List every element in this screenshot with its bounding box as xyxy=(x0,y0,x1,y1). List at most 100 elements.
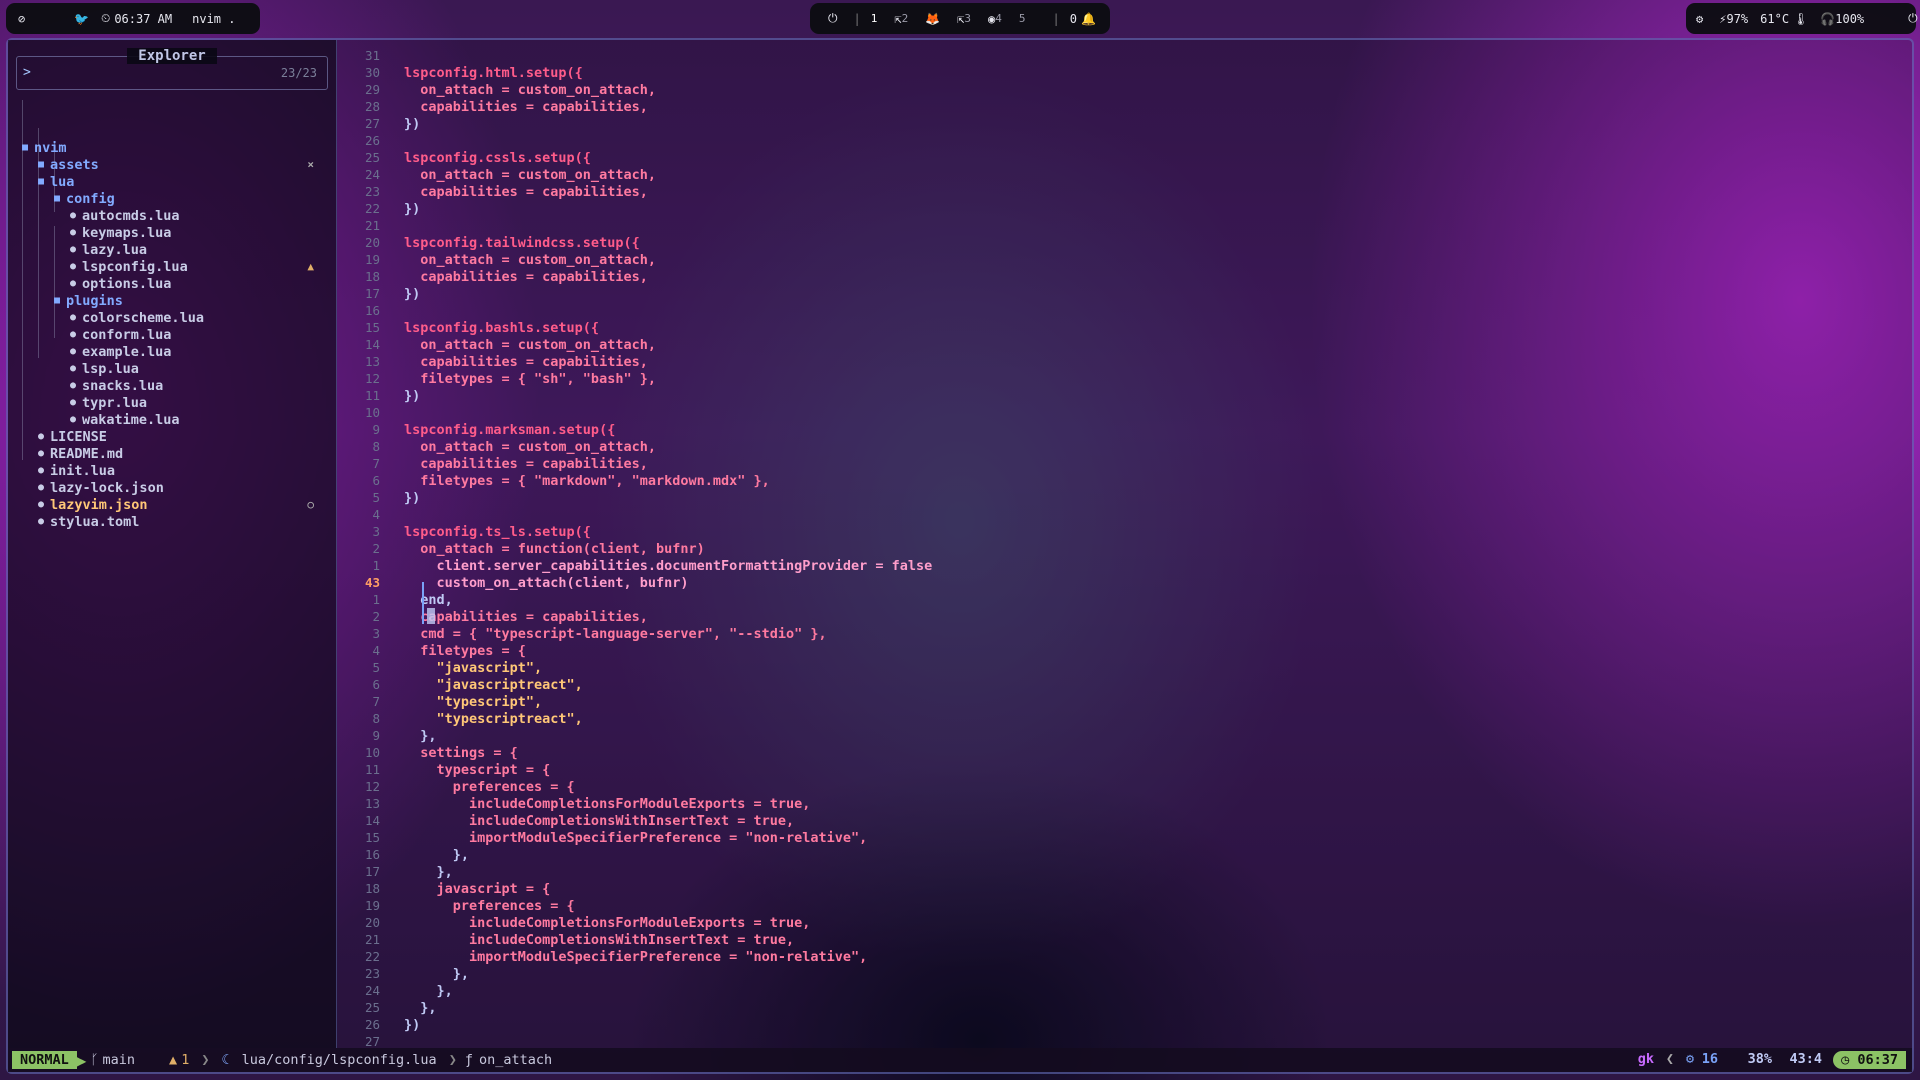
code-line[interactable]: filetypes = { xyxy=(404,643,526,659)
code-line[interactable]: end, xyxy=(404,592,453,608)
code-line[interactable]: capabilities = capabilities, xyxy=(404,354,648,370)
code-line[interactable]: filetypes = { "markdown", "markdown.mdx"… xyxy=(404,473,770,489)
tree-file[interactable]: ● wakatime.lua xyxy=(70,411,322,428)
tree-file[interactable]: ● keymaps.lua xyxy=(70,224,322,241)
tree-file[interactable]: ● colorscheme.lua xyxy=(70,309,322,326)
code-line[interactable]: }, xyxy=(404,847,469,863)
code-line[interactable]: }) xyxy=(404,1017,420,1033)
code-line[interactable]: preferences = { xyxy=(404,779,575,795)
code-line[interactable]: lspconfig.bashls.setup({ xyxy=(404,320,599,336)
code-line[interactable]: lspconfig.html.setup({ xyxy=(404,65,583,81)
tree-file[interactable]: ● lazy-lock.json xyxy=(38,479,322,496)
code-line[interactable]: }, xyxy=(404,966,469,982)
code-line[interactable]: importModuleSpecifierPreference = "non-r… xyxy=(404,830,867,846)
code-line[interactable]: filetypes = { "sh", "bash" }, xyxy=(404,371,656,387)
tree-file[interactable]: ● conform.lua xyxy=(70,326,322,343)
tree-file[interactable]: ● autocmds.lua xyxy=(70,207,322,224)
code-line[interactable]: }) xyxy=(404,116,420,132)
volume-level[interactable]: 100% xyxy=(1835,12,1864,26)
code-line[interactable]: custom_on_attach(client, bufnr) xyxy=(404,575,689,591)
bird-icon[interactable]: 🐦 xyxy=(74,12,89,26)
code-line[interactable]: on_attach = custom_on_attach, xyxy=(404,337,656,353)
code-line[interactable]: includeCompletionsForModuleExports = tru… xyxy=(404,915,810,931)
code-line[interactable]: client.server_capabilities.documentForma… xyxy=(404,558,933,574)
tree-item-label: lazyvim.json xyxy=(50,496,148,513)
line-number: 43 xyxy=(364,575,380,590)
lsp-count: 16 xyxy=(1701,1051,1718,1067)
workspace-3[interactable]: 3 xyxy=(964,12,971,26)
code-line[interactable]: }, xyxy=(404,864,453,880)
power-icon[interactable]: ⏻ xyxy=(828,11,838,26)
code-line[interactable]: settings = { xyxy=(404,745,518,761)
eye-off-icon[interactable]: ⊘ xyxy=(18,12,38,26)
tree-file[interactable]: ● lsp.lua xyxy=(70,360,322,377)
code-line[interactable]: importModuleSpecifierPreference = "non-r… xyxy=(404,949,867,965)
code-line[interactable]: on_attach = custom_on_attach, xyxy=(404,439,656,455)
tree-file[interactable]: ● typr.lua xyxy=(70,394,322,411)
code-line[interactable]: "typescript", xyxy=(404,694,543,710)
code-line[interactable]: on_attach = custom_on_attach, xyxy=(404,167,656,183)
tree-file[interactable]: ● README.md xyxy=(38,445,322,462)
code-editor[interactable]: 31 30 lspconfig.html.setup({29 on_attach =… xyxy=(336,40,1914,1049)
code-line[interactable]: }) xyxy=(404,388,420,404)
tree-file[interactable]: ● lspconfig.lua ▲ xyxy=(70,258,322,275)
tree-file[interactable]: ● snacks.lua xyxy=(70,377,322,394)
code-line[interactable]: includeCompletionsWithInsertText = true, xyxy=(404,932,794,948)
tree-file[interactable]: ● options.lua xyxy=(70,275,322,292)
tree-file[interactable]: ● LICENSE xyxy=(38,428,322,445)
code-line[interactable]: }) xyxy=(404,490,420,506)
code-line[interactable]: on_attach = function(client, bufnr) xyxy=(404,541,704,557)
breadcrumb-symbol[interactable]: on_attach xyxy=(479,1052,552,1068)
code-line[interactable]: lspconfig.ts_ls.setup({ xyxy=(404,524,591,540)
code-line[interactable]: cmd = { "typescript-language-server", "-… xyxy=(404,626,826,642)
code-line[interactable]: }, xyxy=(404,983,453,999)
code-line[interactable]: "typescriptreact", xyxy=(404,711,583,727)
tree-folder[interactable]: ■ nvim xyxy=(22,139,322,156)
code-line[interactable]: javascript = { xyxy=(404,881,551,897)
tree-folder[interactable]: ■ lua xyxy=(38,173,322,190)
code-line[interactable]: "javascript", xyxy=(404,660,543,676)
tree-file[interactable]: ● lazyvim.json ○ xyxy=(38,496,322,513)
code-line[interactable]: }) xyxy=(404,286,420,302)
tree-file[interactable]: ● stylua.toml xyxy=(38,513,322,530)
tree-file[interactable]: ● lazy.lua xyxy=(70,241,322,258)
code-line[interactable]: on_attach = custom_on_attach, xyxy=(404,82,656,98)
tree-file[interactable]: ● init.lua xyxy=(38,462,322,479)
code-line[interactable]: typescript = { xyxy=(404,762,551,778)
bell-icon[interactable]: 🔔 xyxy=(1081,12,1096,26)
notification-count[interactable]: 0 xyxy=(1070,12,1077,26)
tree-file[interactable]: ● example.lua xyxy=(70,343,322,360)
tree-folder[interactable]: ■ config xyxy=(54,190,322,207)
workspace-5[interactable]: 5 xyxy=(1019,12,1026,26)
code-line[interactable]: includeCompletionsForModuleExports = tru… xyxy=(404,796,810,812)
prompt-chevron-icon: > xyxy=(23,65,31,80)
code-line[interactable]: on_attach = custom_on_attach, xyxy=(404,252,656,268)
code-line[interactable]: capabilities = capabilities, xyxy=(404,184,648,200)
tree-item-status-icon: × xyxy=(307,158,314,171)
warning-count[interactable]: 1 xyxy=(181,1052,189,1068)
explorer-title: Explorer xyxy=(127,48,217,64)
git-branch[interactable]: main xyxy=(103,1052,136,1068)
power-button-icon[interactable]: ⏻ xyxy=(1908,11,1918,26)
file-icon: ● xyxy=(38,516,45,527)
tree-folder[interactable]: ■ plugins xyxy=(54,292,322,309)
code-line[interactable]: capabilities = capabilities, xyxy=(404,269,648,285)
code-line[interactable]: }, xyxy=(404,728,436,744)
workspace-4[interactable]: 4 xyxy=(995,12,1002,26)
workspace-2[interactable]: 2 xyxy=(902,12,909,26)
code-line[interactable]: }) xyxy=(404,201,420,217)
code-line[interactable]: capabilities = capabilities, xyxy=(404,99,648,115)
code-line[interactable]: lspconfig.cssls.setup({ xyxy=(404,150,591,166)
code-line[interactable]: }, xyxy=(404,1000,436,1016)
gear-icon[interactable]: ⚙ xyxy=(1696,12,1703,26)
code-line[interactable]: capabilities = capabilities, xyxy=(404,456,648,472)
tree-folder[interactable]: ■ assets × xyxy=(38,156,322,173)
code-line[interactable]: lspconfig.marksman.setup({ xyxy=(404,422,615,438)
code-line[interactable]: includeCompletionsWithInsertText = true, xyxy=(404,813,794,829)
workspace-1[interactable]: 1 xyxy=(871,12,878,26)
code-line[interactable]: lspconfig.tailwindcss.setup({ xyxy=(404,235,640,251)
breadcrumb-path[interactable]: lua/config/lspconfig.lua xyxy=(242,1052,437,1068)
code-line[interactable]: capabilities = capabilities, xyxy=(404,609,648,625)
code-line[interactable]: preferences = { xyxy=(404,898,575,914)
code-line[interactable]: "javascriptreact", xyxy=(404,677,583,693)
